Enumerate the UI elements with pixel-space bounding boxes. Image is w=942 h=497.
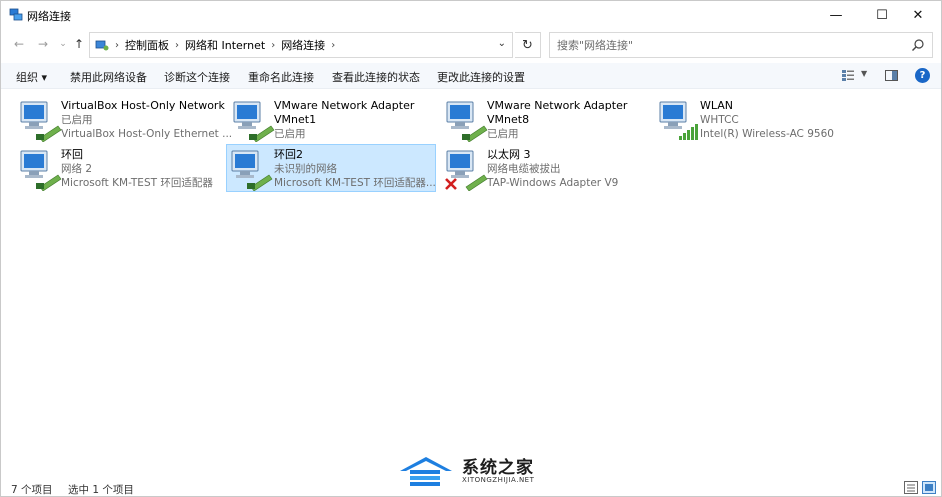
connection-item-loopback[interactable]: 环回 网络 2 Microsoft KM-TEST 环回适配器 [15,144,225,192]
rename-connection-button[interactable]: 重命名此连接 [248,69,314,85]
large-icons-view-icon[interactable] [922,481,936,494]
back-arrow-icon[interactable]: ← [11,36,27,52]
refresh-icon: ↻ [522,37,533,53]
connection-network: WHTCC [700,114,739,126]
item-count: 7 个项目 [11,484,53,496]
address-bar[interactable]: › 控制面板 › 网络和 Internet › 网络连接 › ⌄ [89,32,513,58]
connection-item-ethernet3[interactable]: 以太网 3 网络电缆被拔出 TAP-Windows Adapter V9 [441,144,651,192]
recent-locations-chevron-icon[interactable]: ⌄ [55,36,71,52]
connection-device: TAP-Windows Adapter V9 [487,177,619,189]
connection-item-virtualbox[interactable]: VirtualBox Host-Only Network 已启用 Virtual… [15,95,232,143]
organize-menu[interactable]: 组织 ▾ [16,69,47,85]
connection-status: 网络电缆被拔出 [487,163,561,175]
network-adapter-icon [20,101,62,142]
connection-device: Intel(R) Wireless-AC 9560 [700,128,834,140]
connection-item-loopback2[interactable]: 环回2 未识别的网络 Microsoft KM-TEST 环回适配器... [226,144,436,192]
connection-item-vmnet1[interactable]: VMware Network Adapter VMnet1 已启用 [228,95,438,143]
help-button[interactable]: ? [915,68,930,83]
view-status-button[interactable]: 查看此连接的状态 [332,69,420,85]
watermark-name: 系统之家 [462,458,534,478]
navigation-row: ← → ⌄ ↑ › 控制面板 › 网络和 Internet › 网络连接 › ⌄… [1,29,941,61]
minimize-button[interactable]: — [813,1,859,29]
breadcrumb-separator-icon: › [115,39,119,51]
change-settings-button[interactable]: 更改此连接的设置 [437,69,525,85]
connection-device: VirtualBox Host-Only Ethernet ... [61,128,233,140]
breadcrumb-network-connections[interactable]: 网络连接 [281,37,325,53]
explorer-window: 网络连接 — ☐ ✕ ← → ⌄ ↑ › 控制面板 › 网络和 Internet… [0,0,942,497]
connection-status: 已启用 [274,128,306,140]
connection-item-vmnet8[interactable]: VMware Network Adapter VMnet8 已启用 [441,95,651,143]
network-adapter-icon [231,150,273,191]
connection-status: 已启用 [61,114,93,126]
breadcrumb-separator-icon[interactable]: › [271,40,275,51]
status-bar: 7 个项目 选中 1 个项目 [1,479,941,497]
wifi-adapter-icon [659,101,698,140]
connection-name: VMware Network Adapter [274,99,415,112]
connection-name: VMware Network Adapter [487,99,628,112]
connection-status: 已启用 [487,128,519,140]
forward-arrow-icon[interactable]: → [35,36,51,52]
network-adapter-icon [446,101,488,142]
connection-name: 以太网 3 [487,148,531,161]
title-bar: 网络连接 — ☐ ✕ [1,1,941,29]
network-adapter-icon [233,101,275,142]
breadcrumb-control-panel[interactable]: 控制面板 [125,37,169,53]
network-adapter-icon [20,150,62,191]
connection-name: VirtualBox Host-Only Network [61,99,225,112]
address-dropdown-icon[interactable]: ⌄ [498,38,506,49]
connections-list: VirtualBox Host-Only Network 已启用 Virtual… [1,91,941,471]
change-view-icon[interactable] [841,69,855,82]
details-view-icon[interactable] [904,481,918,494]
connection-name: WLAN [700,99,734,112]
command-bar: 组织 ▾ 禁用此网络设备 诊断这个连接 重命名此连接 查看此连接的状态 更改此连… [1,63,941,89]
up-arrow-icon[interactable]: ↑ [71,36,87,52]
connection-device: Microsoft KM-TEST 环回适配器 [61,177,213,189]
breadcrumb-separator-icon[interactable]: › [175,40,179,51]
window-title: 网络连接 [27,10,71,23]
connection-network: 网络 2 [61,163,93,175]
view-options-dropdown-icon[interactable]: ▼ [861,69,867,78]
search-placeholder: 搜索"网络连接" [557,39,634,52]
diagnose-connection-button[interactable]: 诊断这个连接 [164,69,230,85]
search-icon[interactable] [911,38,925,52]
breadcrumb-separator-icon[interactable]: › [331,40,335,51]
connection-item-wlan[interactable]: WLAN WHTCC Intel(R) Wireless-AC 9560 [654,95,864,143]
close-button[interactable]: ✕ [895,1,941,29]
connection-name-line2: VMnet1 [274,113,317,126]
network-folder-icon [9,8,23,21]
preview-pane-icon[interactable] [885,70,898,81]
disconnected-adapter-icon [445,150,488,191]
disable-device-button[interactable]: 禁用此网络设备 [70,69,147,85]
control-panel-icon [95,40,109,50]
connection-device: Microsoft KM-TEST 环回适配器... [274,177,436,189]
breadcrumb-network-internet[interactable]: 网络和 Internet [185,37,265,53]
search-box[interactable]: 搜索"网络连接" [549,32,933,58]
selection-count: 选中 1 个项目 [68,484,134,496]
connection-name-line2: VMnet8 [487,113,530,126]
refresh-button[interactable]: ↻ [515,32,541,58]
connection-network: 未识别的网络 [274,163,337,175]
connection-name: 环回 [61,148,83,161]
connection-name: 环回2 [274,148,303,161]
